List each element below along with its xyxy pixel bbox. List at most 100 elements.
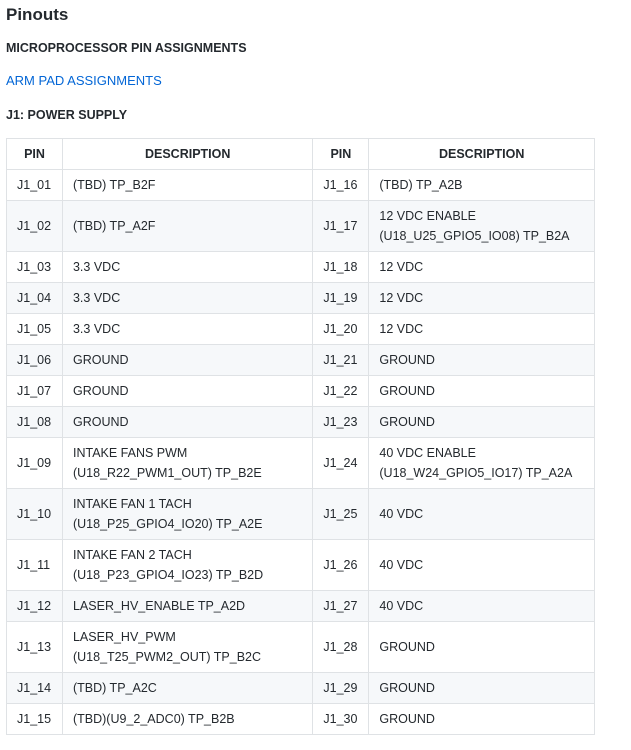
description-line: (U18_P25_GPIO4_IO20) TP_A2E (72, 517, 263, 531)
description-cell: 40 VDC (368, 590, 595, 622)
pin-cell: J1_17 (312, 200, 370, 252)
table-row: J1_13 LASER_HV_PWM (U18_T25_PWM2_OUT) TP_B… (6, 621, 595, 673)
pin-cell: J1_06 (6, 344, 63, 376)
description-line: (U18_U25_GPIO5_IO08) TP_B2A (379, 229, 570, 243)
description-cell: (TBD) TP_A2B (368, 169, 595, 201)
pin-cell: J1_13 (6, 621, 63, 673)
pin-cell: J1_20 (312, 313, 370, 345)
description-cell: GROUND (61, 406, 314, 438)
pin-cell: J1_07 (6, 375, 63, 407)
description-line: (U18_R22_PWM1_OUT) TP_B2E (72, 466, 262, 480)
description-line: GROUND (72, 415, 129, 429)
description-line: 40 VDC (379, 558, 424, 572)
pin-cell: J1_29 (312, 672, 370, 704)
pin-cell: J1_22 (312, 375, 370, 407)
table-row: J1_02 (TBD) TP_A2F J1_17 12 VDC ENABLE (U18_… (6, 200, 595, 252)
table-row: J1_04 3.3 VDC J1_19 12 VDC (6, 282, 595, 314)
pin-cell: J1_11 (6, 539, 63, 591)
description-cell: GROUND (61, 375, 314, 407)
pin-cell: J1_30 (312, 703, 370, 735)
table-row: J1_12 LASER_HV_ENABLE TP_A2D J1_27 40 VDC (6, 590, 595, 622)
description-cell: LASER_HV_ENABLE TP_A2D (61, 590, 314, 622)
description-cell: (TBD) TP_A2F (61, 200, 314, 252)
pin-cell: J1_10 (6, 488, 63, 540)
description-line: (TBD) TP_A2F (72, 219, 156, 233)
pin-cell: J1_26 (312, 539, 370, 591)
table-row: J1_07 GROUND J1_22 GROUND (6, 375, 595, 407)
description-line: LASER_HV_ENABLE TP_A2D (72, 599, 246, 613)
description-cell: INTAKE FAN 2 TACH (U18_P23_GPIO4_IO23) TP… (61, 539, 314, 591)
description-cell: 12 VDC (368, 251, 595, 283)
table-row: J1_10 INTAKE FAN 1 TACH (U18_P25_GPIO4_IO2… (6, 488, 595, 540)
description-line: 40 VDC ENABLE (379, 446, 476, 460)
description-line: 12 VDC ENABLE (379, 209, 476, 223)
table-row: J1_06 GROUND J1_21 GROUND (6, 344, 595, 376)
description-line: GROUND (379, 640, 435, 654)
description-line: GROUND (379, 681, 435, 695)
description-line: 3.3 VDC (72, 322, 121, 336)
description-cell: GROUND (368, 672, 595, 704)
description-cell: (TBD) TP_A2C (61, 672, 314, 704)
pin-cell: J1_01 (6, 169, 63, 201)
description-line: (TBD) TP_A2C (72, 681, 157, 695)
j1-heading: J1: POWER SUPPLY (6, 108, 128, 122)
header-pin: PIN (6, 138, 63, 170)
description-cell: 3.3 VDC (61, 251, 314, 283)
description-cell: (TBD) TP_B2F (61, 169, 314, 201)
description-cell: 40 VDC (368, 539, 595, 591)
header-pin: PIN (312, 138, 370, 170)
description-cell: 3.3 VDC (61, 313, 314, 345)
header-description: DESCRIPTION (368, 138, 595, 170)
pin-cell: J1_08 (6, 406, 63, 438)
pin-cell: J1_12 (6, 590, 63, 622)
pin-cell: J1_27 (312, 590, 370, 622)
description-cell: GROUND (368, 406, 595, 438)
pin-cell: J1_25 (312, 488, 370, 540)
description-cell: (TBD)(U9_2_ADC0) TP_B2B (61, 703, 314, 735)
pin-cell: J1_21 (312, 344, 370, 376)
pin-cell: J1_03 (6, 251, 63, 283)
table-row: J1_01 (TBD) TP_B2F J1_16 (TBD) TP_A2B (6, 169, 595, 201)
table-row: J1_14 (TBD) TP_A2C J1_29 GROUND (6, 672, 595, 704)
table-row: J1_03 3.3 VDC J1_18 12 VDC (6, 251, 595, 283)
description-cell: LASER_HV_PWM (U18_T25_PWM2_OUT) TP_B2C (61, 621, 314, 673)
description-cell: GROUND (368, 703, 595, 735)
description-line: 40 VDC (379, 599, 424, 613)
description-cell: GROUND (368, 621, 595, 673)
description-line: (U18_T25_PWM2_OUT) TP_B2C (72, 650, 262, 664)
pin-cell: J1_04 (6, 282, 63, 314)
description-line: LASER_HV_PWM (72, 630, 176, 644)
table-header-row: PIN DESCRIPTION PIN DESCRIPTION (6, 138, 595, 170)
pin-cell: J1_02 (6, 200, 63, 252)
table-row: J1_08 GROUND J1_23 GROUND (6, 406, 595, 438)
description-cell: 3.3 VDC (61, 282, 314, 314)
pin-cell: J1_09 (6, 437, 63, 489)
pinout-table: PIN DESCRIPTION PIN DESCRIPTION J1_01 (TB… (6, 138, 595, 735)
pin-cell: J1_19 (312, 282, 370, 314)
description-line: (U18_W24_GPIO5_IO17) TP_A2A (379, 466, 573, 480)
description-line: INTAKE FAN 1 TACH (72, 497, 192, 511)
description-line: 12 VDC (379, 260, 424, 274)
description-cell: GROUND (61, 344, 314, 376)
description-line: (U18_P23_GPIO4_IO23) TP_B2D (72, 568, 264, 582)
pin-cell: J1_15 (6, 703, 63, 735)
description-line: INTAKE FANS PWM (72, 446, 188, 460)
table-row: J1_11 INTAKE FAN 2 TACH (U18_P23_GPIO4_IO2… (6, 539, 595, 591)
arm-pad-assignments-link[interactable]: ARM PAD ASSIGNMENTS (6, 73, 162, 89)
microprocessor-heading: MICROPROCESSOR PIN ASSIGNMENTS (6, 41, 247, 55)
description-cell: 12 VDC ENABLE (U18_U25_GPIO5_IO08) TP_B2A (368, 200, 595, 252)
description-line: GROUND (379, 384, 435, 398)
table-row: J1_15 (TBD)(U9_2_ADC0) TP_B2B J1_30 GROUND (6, 703, 595, 735)
pin-cell: J1_23 (312, 406, 370, 438)
document: Pinouts MICROPROCESSOR PIN ASSIGNMENTS A… (0, 0, 631, 735)
description-line: GROUND (379, 712, 435, 726)
description-line: (TBD)(U9_2_ADC0) TP_B2B (72, 712, 235, 726)
description-line: 3.3 VDC (72, 291, 121, 305)
table-row: J1_05 3.3 VDC J1_20 12 VDC (6, 313, 595, 345)
page-title: Pinouts (6, 5, 69, 24)
description-line: 40 VDC (379, 507, 424, 521)
description-line: 12 VDC (379, 322, 424, 336)
pin-cell: J1_18 (312, 251, 370, 283)
pin-cell: J1_16 (312, 169, 370, 201)
description-line: INTAKE FAN 2 TACH (72, 548, 192, 562)
